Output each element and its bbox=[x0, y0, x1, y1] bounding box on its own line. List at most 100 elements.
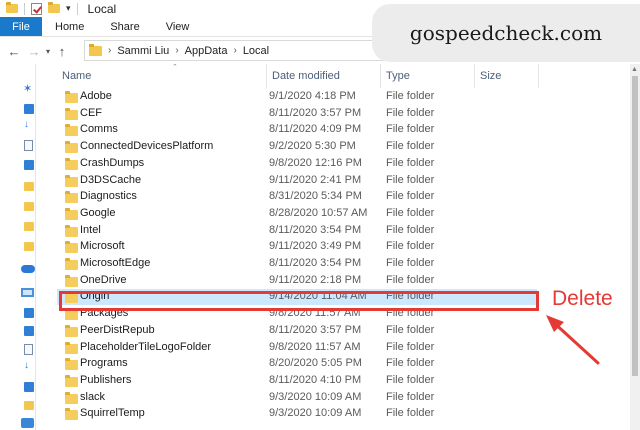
file-date: 9/3/2020 10:09 AM bbox=[269, 407, 362, 420]
folder-icon[interactable] bbox=[24, 222, 34, 231]
file-row[interactable]: Diagnostics 8/31/2020 5:34 PM File folder bbox=[57, 189, 537, 205]
file-type: File folder bbox=[386, 340, 435, 353]
folder-icon[interactable] bbox=[24, 182, 34, 191]
download-icon[interactable]: ↓ bbox=[24, 360, 29, 371]
file-name: Intel bbox=[80, 223, 101, 236]
file-row[interactable]: Adobe 9/1/2020 4:18 PM File folder bbox=[57, 89, 537, 105]
scroll-up-icon[interactable]: ▲ bbox=[631, 66, 638, 73]
folder-icon bbox=[65, 174, 78, 187]
back-arrow-icon[interactable]: ← bbox=[6, 41, 22, 61]
document-icon[interactable] bbox=[24, 344, 33, 355]
tab-view[interactable]: View bbox=[153, 17, 203, 36]
quick-access-toolbar: ▾ Local bbox=[0, 0, 116, 17]
folder-icon bbox=[65, 324, 78, 337]
file-type: File folder bbox=[386, 273, 435, 286]
forward-arrow-icon[interactable]: → bbox=[26, 41, 42, 61]
folder-icon bbox=[65, 408, 78, 421]
file-date: 9/11/2020 3:49 PM bbox=[269, 240, 362, 253]
file-type: File folder bbox=[386, 390, 435, 403]
file-row[interactable]: CEF 8/11/2020 3:57 PM File folder bbox=[57, 106, 537, 122]
3d-objects-icon[interactable] bbox=[24, 308, 34, 318]
file-row[interactable]: PeerDistRepub 8/11/2020 3:57 PM File folde… bbox=[57, 323, 537, 339]
download-icon[interactable]: ↓ bbox=[24, 119, 29, 130]
customize-toolbar-icon[interactable]: ▾ bbox=[66, 3, 71, 14]
file-type: File folder bbox=[386, 407, 435, 420]
column-type[interactable]: Type bbox=[381, 64, 475, 88]
file-name: ConnectedDevicesPlatform bbox=[80, 140, 214, 153]
file-row[interactable]: CrashDumps 9/8/2020 12:16 PM File folder bbox=[57, 156, 537, 172]
file-row[interactable]: Publishers 8/11/2020 4:10 PM File folder bbox=[57, 373, 537, 389]
up-arrow-icon[interactable]: ↑ bbox=[54, 41, 70, 61]
file-name: Adobe bbox=[80, 90, 112, 102]
folder-icon bbox=[65, 107, 78, 120]
file-date: 8/11/2020 3:54 PM bbox=[269, 223, 362, 236]
folder-icon bbox=[65, 258, 78, 270]
file-row[interactable]: ConnectedDevicesPlatform 9/2/2020 5:30 PM… bbox=[57, 139, 537, 155]
tab-share[interactable]: Share bbox=[97, 17, 152, 36]
file-date: 8/31/2020 5:34 PM bbox=[269, 190, 362, 203]
properties-icon[interactable] bbox=[31, 2, 42, 15]
file-date: 9/11/2020 2:41 PM bbox=[269, 173, 362, 186]
pin-icon[interactable]: ✶ bbox=[23, 82, 32, 95]
file-row[interactable]: Microsoft 9/11/2020 3:49 PM File folder bbox=[57, 239, 537, 255]
chevron-right-icon[interactable]: › bbox=[108, 45, 111, 56]
breadcrumb-appdata[interactable]: AppData bbox=[185, 45, 228, 57]
file-row[interactable]: Google 8/28/2020 10:57 AM File folder bbox=[57, 206, 537, 222]
file-row[interactable]: Programs 8/20/2020 5:05 PM File folder bbox=[57, 356, 537, 372]
pictures-folder-icon[interactable] bbox=[24, 401, 34, 410]
file-date: 8/11/2020 4:10 PM bbox=[269, 373, 362, 386]
column-header: ⌃ Name Date modified Type Size bbox=[37, 64, 630, 88]
breadcrumb-local[interactable]: Local bbox=[243, 45, 269, 57]
file-row[interactable]: PlaceholderTileLogoFolder 9/8/2020 11:57 … bbox=[57, 340, 537, 356]
file-row[interactable]: OneDrive 9/11/2020 2:18 PM File folder bbox=[57, 273, 537, 289]
file-name: PeerDistRepub bbox=[80, 323, 155, 336]
file-date: 8/11/2020 3:57 PM bbox=[269, 106, 362, 119]
file-name: CEF bbox=[80, 106, 102, 119]
folder-icon bbox=[65, 191, 78, 204]
folder-icon[interactable] bbox=[24, 242, 34, 251]
folder-icon bbox=[65, 341, 78, 354]
recent-locations-icon[interactable]: ▾ bbox=[42, 41, 54, 61]
new-folder-icon[interactable] bbox=[48, 2, 60, 13]
onedrive-icon[interactable] bbox=[21, 265, 35, 273]
tab-home[interactable]: Home bbox=[42, 17, 97, 36]
file-list: ⌃ Name Date modified Type Size Adobe 9/1/… bbox=[37, 64, 630, 430]
file-row[interactable]: SquirrelTemp 9/3/2020 10:09 AM File folder bbox=[57, 406, 537, 422]
folder-icon bbox=[65, 374, 78, 387]
file-type: File folder bbox=[386, 373, 435, 386]
file-date: 8/11/2020 3:54 PM bbox=[269, 257, 362, 269]
file-name: CrashDumps bbox=[80, 156, 145, 169]
file-date: 8/20/2020 5:05 PM bbox=[269, 357, 362, 370]
column-name[interactable]: Name bbox=[57, 64, 267, 88]
chevron-right-icon[interactable]: › bbox=[233, 45, 236, 56]
file-type: File folder bbox=[386, 323, 435, 336]
music-icon[interactable] bbox=[24, 382, 34, 392]
file-type: File folder bbox=[386, 357, 435, 370]
chevron-right-icon[interactable]: › bbox=[175, 45, 178, 56]
file-type: File folder bbox=[386, 106, 435, 119]
folder-icon[interactable] bbox=[24, 202, 34, 211]
column-date-modified[interactable]: Date modified bbox=[267, 64, 381, 88]
file-row[interactable]: slack 9/3/2020 10:09 AM File folder bbox=[57, 390, 537, 406]
file-type: File folder bbox=[386, 156, 435, 169]
navigation-pane: ✶ ↓ ↓ bbox=[0, 64, 36, 430]
vertical-scrollbar[interactable]: ▲ bbox=[630, 64, 640, 430]
network-icon[interactable] bbox=[21, 418, 34, 428]
desktop-icon[interactable] bbox=[24, 326, 34, 336]
column-size[interactable]: Size bbox=[475, 64, 539, 88]
folder-icon bbox=[65, 124, 78, 137]
file-row[interactable]: Intel 8/11/2020 3:54 PM File folder bbox=[57, 223, 537, 239]
desktop-icon[interactable] bbox=[24, 104, 34, 114]
file-name: D3DSCache bbox=[80, 173, 142, 186]
folder-icon[interactable] bbox=[6, 2, 18, 13]
file-row[interactable]: MicrosoftEdge 8/11/2020 3:54 PM File folde… bbox=[57, 256, 537, 272]
scrollbar-thumb[interactable] bbox=[632, 76, 638, 376]
document-icon[interactable] bbox=[24, 140, 33, 151]
pictures-icon[interactable] bbox=[24, 160, 34, 170]
breadcrumb-user[interactable]: Sammi Liu bbox=[117, 45, 169, 57]
this-pc-icon[interactable] bbox=[21, 288, 34, 297]
file-row[interactable]: D3DSCache 9/11/2020 2:41 PM File folder bbox=[57, 173, 537, 189]
tab-file[interactable]: File bbox=[0, 17, 42, 36]
file-type: File folder bbox=[386, 90, 435, 102]
file-row[interactable]: Comms 8/11/2020 4:09 PM File folder bbox=[57, 122, 537, 138]
